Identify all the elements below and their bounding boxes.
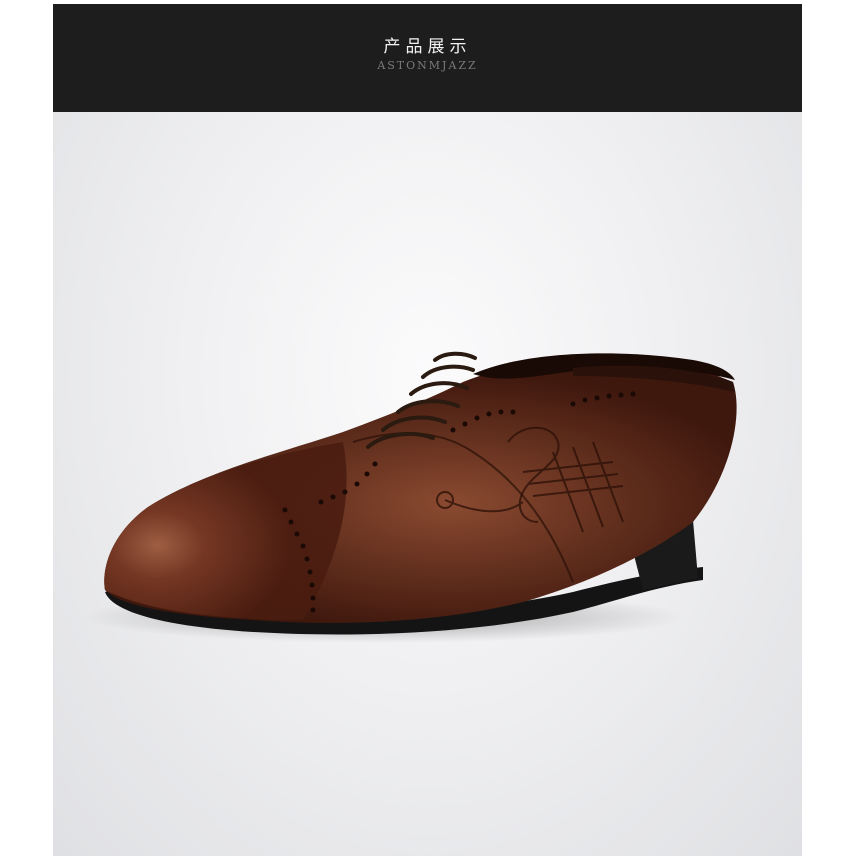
oxford-brogue-shoe-icon bbox=[83, 351, 737, 643]
header-banner: 产品展示 ASTONMJAZZ bbox=[53, 4, 802, 112]
banner-subtitle: ASTONMJAZZ bbox=[377, 59, 478, 72]
banner-title: 产品展示 bbox=[383, 37, 472, 57]
product-photo bbox=[53, 112, 802, 856]
page-frame: 产品展示 ASTONMJAZZ bbox=[53, 4, 802, 856]
